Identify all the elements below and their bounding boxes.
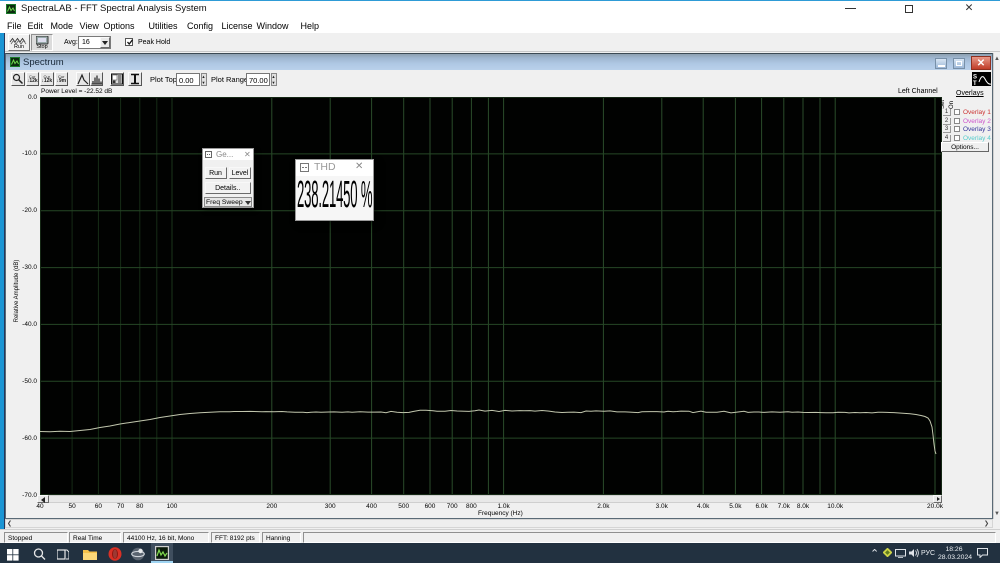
svg-text:S: S — [973, 75, 977, 81]
svg-text:T: T — [973, 81, 977, 86]
